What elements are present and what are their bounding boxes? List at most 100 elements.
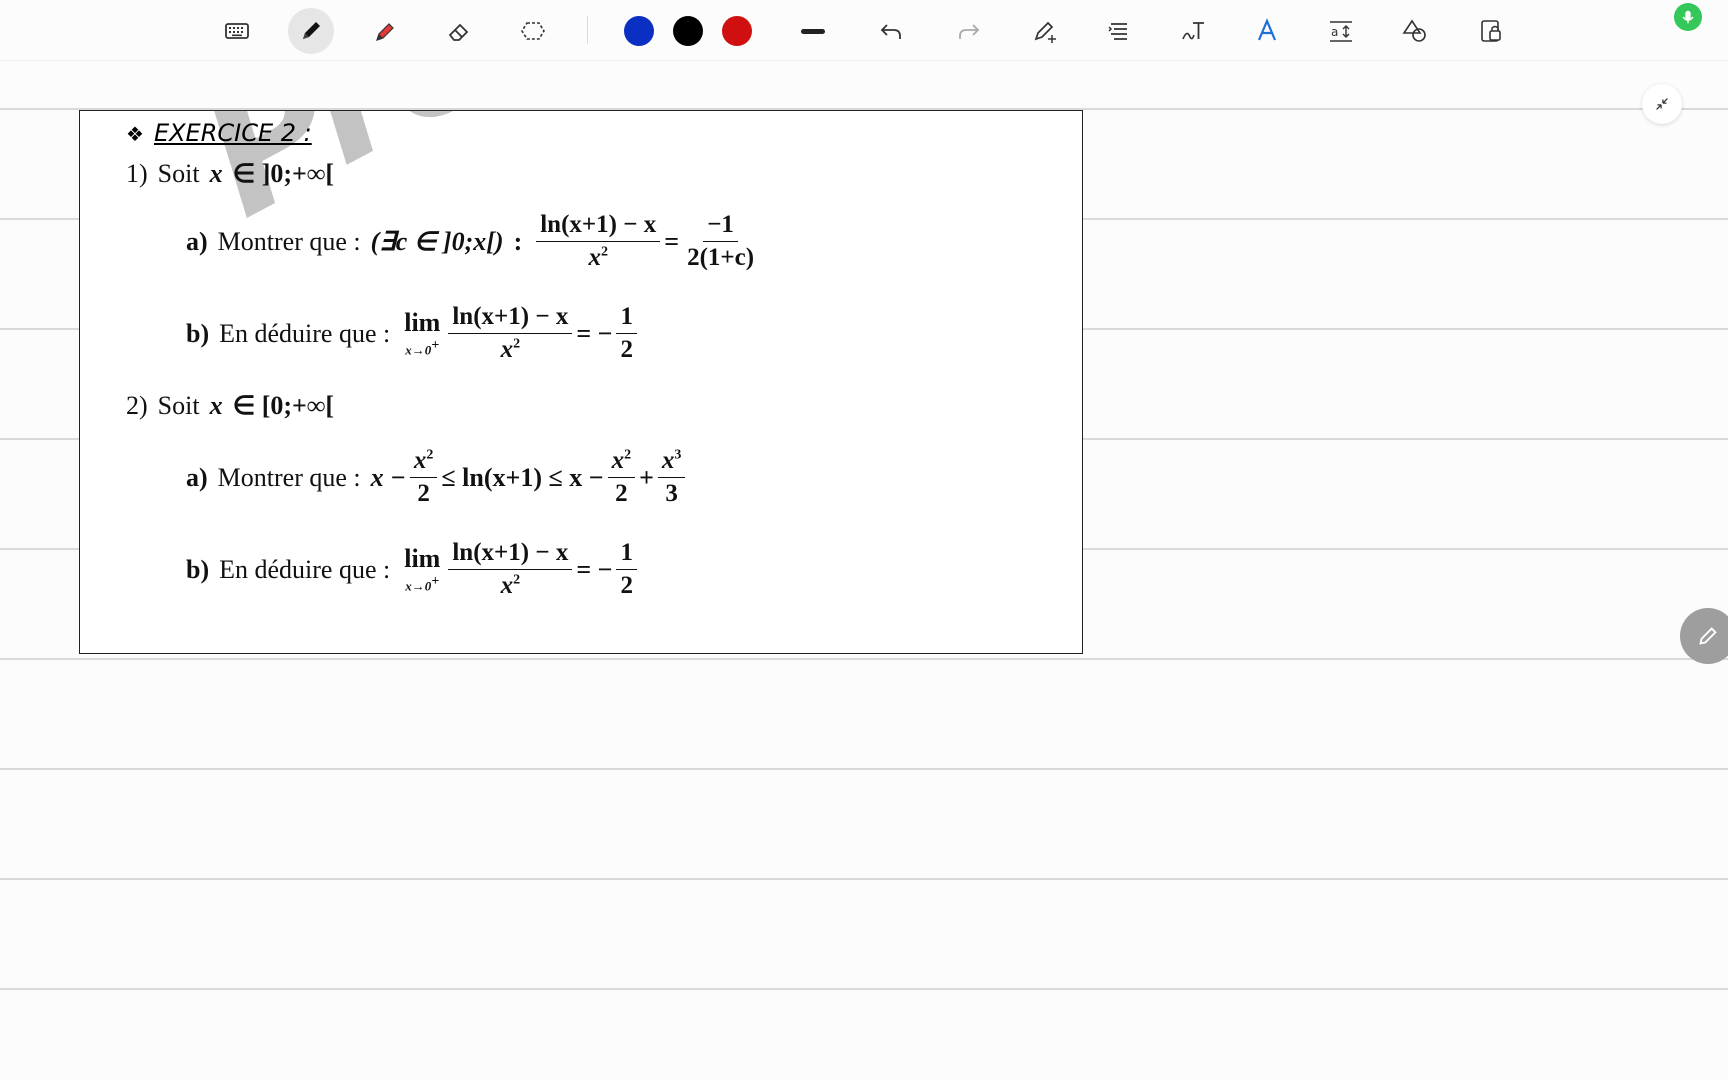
question-number: 1) xyxy=(126,159,148,188)
exercise-title: ❖ EXERCICE 2 : xyxy=(126,119,312,147)
fraction-lhs: ln(x+1) − x x2 xyxy=(536,211,661,272)
undo-icon xyxy=(880,24,901,39)
fraction-numerator: ln(x+1) − x xyxy=(448,539,573,570)
text-style-icon xyxy=(1257,18,1277,41)
highlighter-button[interactable] xyxy=(362,8,408,54)
fraction-numerator: x3 xyxy=(657,447,686,478)
fraction-numerator: −1 xyxy=(703,211,738,242)
shapes-button[interactable] xyxy=(1392,8,1438,54)
inequality-middle: ≤ ln(x+1) ≤ x − xyxy=(441,462,604,492)
redo-button[interactable] xyxy=(946,8,992,54)
question-text: Soit xyxy=(157,391,200,420)
fraction-numerator: ln(x+1) − x xyxy=(448,303,573,334)
fraction-x2-over-2: x2 2 xyxy=(409,447,438,508)
eraser-button[interactable] xyxy=(436,8,482,54)
exists-clause: (∃c ∈ ]0;x[) xyxy=(370,226,504,256)
fraction-rhs: −1 2(1+c) xyxy=(683,211,758,272)
fraction-denominator: 2 xyxy=(620,572,633,599)
color-swatch-black xyxy=(673,16,703,46)
part-label: a) xyxy=(186,226,208,256)
limit-operator: lim x→0+ xyxy=(404,308,441,358)
color-swatch-blue xyxy=(624,16,654,46)
question-1b: b) En déduire que : lim x→0+ ln(x+1) − x… xyxy=(186,303,641,364)
color-swatch-red xyxy=(722,16,752,46)
limit-result: 1 2 xyxy=(616,303,637,364)
microphone-button[interactable] xyxy=(1674,3,1702,31)
stroke-width-button[interactable] xyxy=(790,8,836,54)
pen-button[interactable] xyxy=(288,8,334,54)
limit-result: 1 2 xyxy=(616,539,637,600)
question-1a: a) Montrer que : (∃c ∈ ]0;x[) : ln(x+1) … xyxy=(186,211,762,272)
limit-fraction: ln(x+1) − x x2 xyxy=(448,303,573,364)
lock-button[interactable] xyxy=(1468,8,1514,54)
fraction-denominator: x2 xyxy=(500,336,521,363)
fraction-x2-over-2: x2 2 xyxy=(607,447,636,508)
part-text: En déduire que : xyxy=(219,554,391,584)
draw-mode-button[interactable] xyxy=(1680,608,1728,664)
ruled-line xyxy=(0,988,1728,990)
lock-icon xyxy=(1481,20,1501,42)
part-text: Montrer que : xyxy=(217,462,361,492)
question-2a: a) Montrer que : x − x2 2 ≤ ln(x+1) ≤ x … xyxy=(186,447,689,508)
ruled-line xyxy=(0,658,1728,660)
pen-icon xyxy=(303,22,320,39)
highlighter-icon xyxy=(376,23,394,41)
plus-sign: + xyxy=(639,462,654,492)
text-size-icon: a xyxy=(1330,21,1352,42)
fraction-numerator: ln(x+1) − x xyxy=(536,211,661,242)
equals-minus: = − xyxy=(576,318,613,348)
handwriting-button[interactable] xyxy=(1170,8,1216,54)
fraction-denominator: x2 xyxy=(588,244,608,271)
fraction-denominator: 2 xyxy=(417,480,430,507)
svg-text:a: a xyxy=(1331,25,1338,39)
lasso-button[interactable] xyxy=(510,8,556,54)
part-text: Montrer que : xyxy=(217,226,361,256)
fraction-denominator: x2 xyxy=(500,572,521,599)
question-2b: b) En déduire que : lim x→0+ ln(x+1) − x… xyxy=(186,539,641,600)
redo-icon xyxy=(959,24,980,39)
title-bullet: ❖ xyxy=(126,122,144,146)
fraction-numerator: 1 xyxy=(616,303,637,334)
text-size-button[interactable]: a xyxy=(1318,8,1364,54)
condition-interval: ∈ ]0;+∞[ xyxy=(232,159,335,188)
color-black-button[interactable] xyxy=(665,8,711,54)
part-label: b) xyxy=(186,554,210,584)
undo-button[interactable] xyxy=(868,8,914,54)
question-1-header: 1) Soit x ∈ ]0;+∞[ xyxy=(126,159,334,189)
pencil-icon xyxy=(1699,627,1717,645)
toolbar: a xyxy=(0,0,1728,61)
align-button[interactable] xyxy=(1096,8,1142,54)
toolbar-separator xyxy=(587,16,588,44)
lasso-icon xyxy=(521,22,545,40)
collapse-button[interactable] xyxy=(1642,84,1682,124)
shapes-icon xyxy=(1402,19,1426,42)
stroke-width-icon xyxy=(801,29,825,34)
color-red-button[interactable] xyxy=(714,8,760,54)
ruled-line xyxy=(0,768,1728,770)
part-label: a) xyxy=(186,462,208,492)
fraction-numerator: x2 xyxy=(607,447,636,478)
handwriting-icon xyxy=(1182,22,1204,40)
text-style-button[interactable] xyxy=(1244,8,1290,54)
keyboard-button[interactable] xyxy=(214,8,260,54)
question-text: Soit xyxy=(157,159,200,188)
fraction-denominator: 2 xyxy=(620,336,633,363)
fraction-denominator: 3 xyxy=(665,480,678,507)
ruled-line xyxy=(0,878,1728,880)
title-text: EXERCICE 2 : xyxy=(153,119,312,147)
fraction-denominator: 2 xyxy=(615,480,628,507)
limit-fraction: ln(x+1) − x x2 xyxy=(448,539,573,600)
exercise-document: Prof ❖EXERCICE 2 : 1) Soit x ∈ ]0;+∞[ a)… xyxy=(79,110,1083,654)
keyboard-icon xyxy=(225,23,249,39)
eraser-icon xyxy=(448,23,469,41)
question-2-header: 2) Soit x ∈ [0;+∞[ xyxy=(126,391,334,421)
color-blue-button[interactable] xyxy=(616,8,662,54)
microphone-icon xyxy=(1682,10,1694,24)
condition-variable: x xyxy=(209,391,223,420)
condition-interval: ∈ [0;+∞[ xyxy=(232,391,335,420)
expr-term: x − xyxy=(370,462,406,492)
pen-settings-button[interactable] xyxy=(1022,8,1068,54)
fraction-x3-over-3: x3 3 xyxy=(657,447,686,508)
part-text: En déduire que : xyxy=(219,318,391,348)
fraction-denominator: 2(1+c) xyxy=(687,244,755,271)
